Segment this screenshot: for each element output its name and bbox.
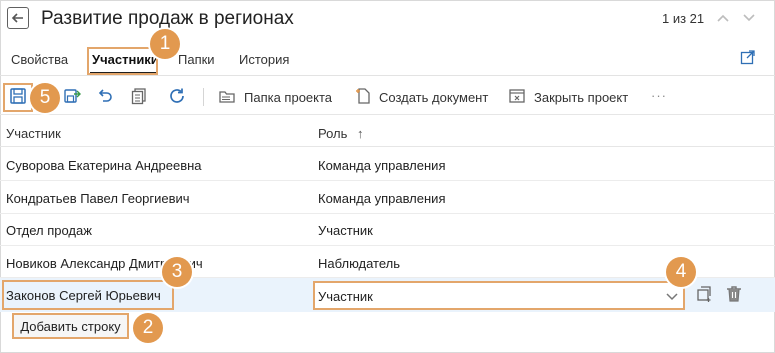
record-pager: 1 из 21 [662,11,705,26]
role-select[interactable]: Участник [313,281,685,310]
role-select-value: Участник [318,289,373,304]
chevron-down-icon[interactable] [665,290,679,304]
callout-badge-1: 1 [150,29,180,59]
callout-badge-3: 3 [162,257,192,287]
tab-properties[interactable]: Свойства [11,52,68,67]
callout-badge-2: 2 [133,313,163,343]
add-row-button[interactable]: Добавить строку [12,313,129,339]
more-actions-button[interactable]: ··· [651,88,667,103]
row-divider [0,245,775,246]
role-cell[interactable]: Участник [318,223,373,238]
arrow-left-icon [11,13,23,23]
participant-cell[interactable]: Суворова Екатерина Андреевна [6,158,202,173]
participant-cell[interactable]: Отдел продаж [6,223,92,238]
row-divider [0,180,775,181]
create-document-button[interactable]: Создать документ [379,90,488,105]
refresh-icon[interactable] [168,87,186,105]
callout-badge-4: 4 [666,257,696,287]
save-and-close-icon[interactable] [63,87,81,105]
toolbar-separator [203,88,204,106]
tab-highlight [87,47,158,75]
duplicate-row-icon[interactable] [695,285,713,303]
new-document-icon [356,88,370,104]
callout-badge-5: 5 [30,83,60,113]
chevron-down-icon[interactable] [742,11,756,25]
tabs-divider [0,75,775,76]
role-cell[interactable]: Команда управления [318,158,445,173]
back-button[interactable] [7,7,29,29]
project-folder-button[interactable]: Папка проекта [244,90,332,105]
open-external-icon[interactable] [740,49,756,65]
participant-cell[interactable]: Кондратьев Павел Георгиевич [6,191,190,206]
header-divider [0,146,775,147]
folder-icon [219,91,235,103]
sort-ascending-icon: ↑ [357,126,364,141]
column-header-participant[interactable]: Участник [6,126,61,141]
delete-icon[interactable] [726,285,742,303]
save-button[interactable] [3,83,33,112]
close-project-icon [509,89,525,103]
toolbar-divider [0,114,775,115]
tab-history[interactable]: История [239,52,289,67]
undo-icon[interactable] [96,87,114,105]
column-header-role-label: Роль [318,126,348,141]
column-header-role[interactable]: Роль ↑ [318,126,364,141]
tab-folders[interactable]: Папки [178,52,215,67]
page-title: Развитие продаж в регионах [41,8,294,29]
row-divider [0,213,775,214]
participant-field[interactable]: Законов Сергей Юрьевич [6,288,161,303]
copy-icon[interactable] [130,87,148,105]
role-cell[interactable]: Команда управления [318,191,445,206]
chevron-up-icon[interactable] [716,11,730,25]
role-cell[interactable]: Наблюдатель [318,256,400,271]
close-project-button[interactable]: Закрыть проект [534,90,628,105]
